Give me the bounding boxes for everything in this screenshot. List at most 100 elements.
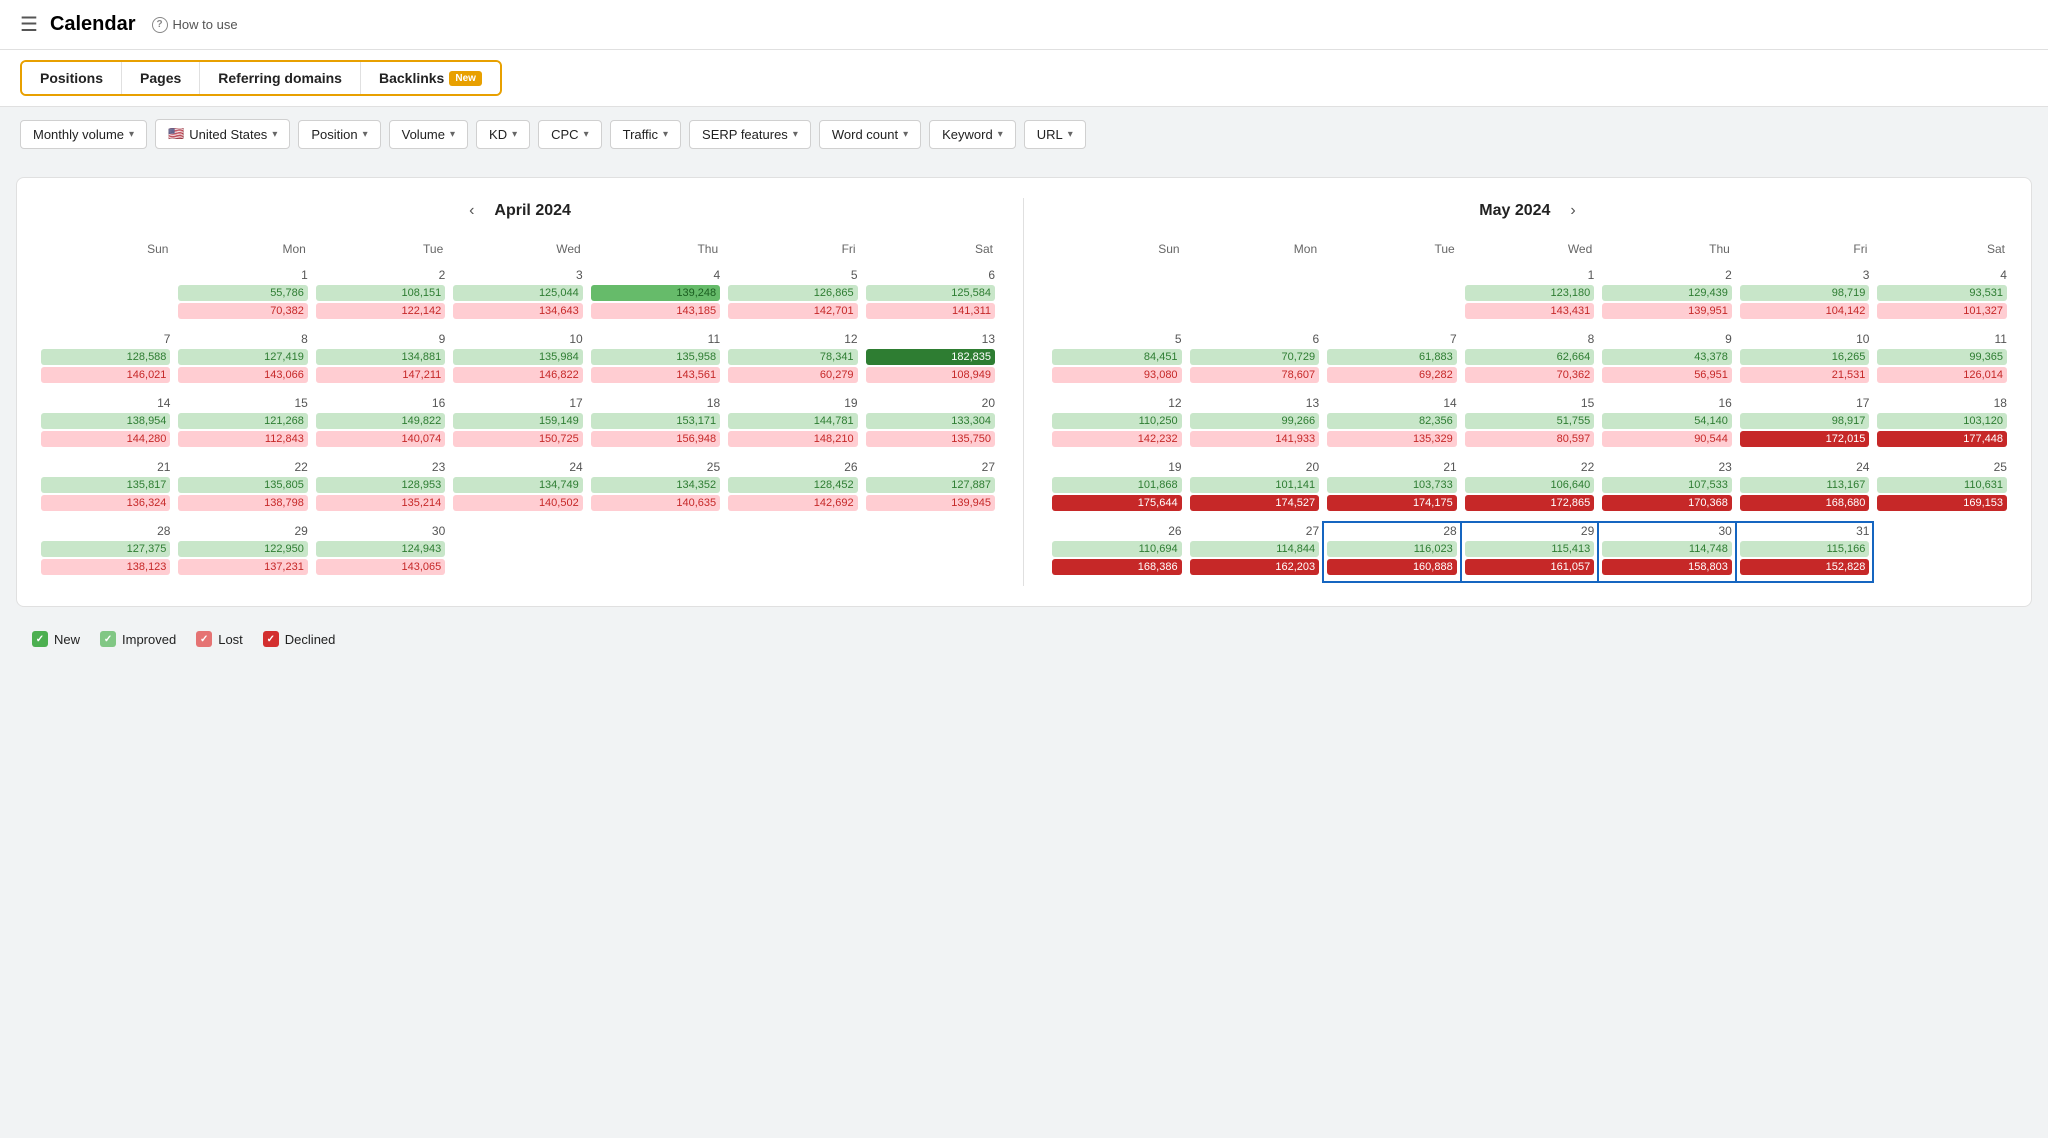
table-row: 493,531101,327 <box>1873 266 2011 326</box>
app-title: Calendar <box>50 13 136 36</box>
day-sat: Sat <box>862 238 999 260</box>
table-row: 670,72978,607 <box>1186 330 1324 390</box>
serp-features-label: SERP features <box>702 127 788 142</box>
legend-lost: ✓ Lost <box>196 631 243 647</box>
chevron-down-icon: ▾ <box>903 129 908 140</box>
calendars-row: ‹ April 2024 Sun Mon Tue Wed Thu Fri Sat… <box>37 198 2011 586</box>
table-row: 22106,640172,865 <box>1461 458 1599 518</box>
traffic-label: Traffic <box>623 127 658 142</box>
cell-empty <box>862 522 999 582</box>
day-sun: Sun <box>37 238 174 260</box>
table-row: 1123,180143,431 <box>1461 266 1599 326</box>
table-row: 155,78670,382 <box>174 266 311 326</box>
april-week-3: 14138,954144,280 15121,268112,843 16149,… <box>37 394 999 454</box>
chevron-down-icon: ▾ <box>793 129 798 140</box>
may-week-3: 12110,250142,232 1399,266141,933 1482,35… <box>1048 394 2011 454</box>
table-row: 1654,14090,544 <box>1598 394 1736 454</box>
april-title: April 2024 <box>494 202 570 220</box>
tab-backlinks[interactable]: Backlinks New <box>361 62 500 94</box>
keyword-label: Keyword <box>942 127 993 142</box>
table-row: 1482,356135,329 <box>1323 394 1461 454</box>
filter-serp-features[interactable]: SERP features ▾ <box>689 120 811 149</box>
may-title: May 2024 <box>1479 202 1550 220</box>
filter-keyword[interactable]: Keyword ▾ <box>929 120 1016 149</box>
filter-traffic[interactable]: Traffic ▾ <box>610 120 681 149</box>
day-sun: Sun <box>1048 238 1186 260</box>
table-row: 1399,266141,933 <box>1186 394 1324 454</box>
filter-kd[interactable]: KD ▾ <box>476 120 530 149</box>
day-sat: Sat <box>1873 238 2011 260</box>
next-month-button[interactable]: › <box>1566 198 1579 224</box>
day-mon: Mon <box>1186 238 1324 260</box>
table-row: 27127,887139,945 <box>862 458 999 518</box>
filter-country[interactable]: 🇺🇸 United States ▾ <box>155 119 290 149</box>
cell-empty <box>37 266 174 326</box>
table-row: 8127,419143,066 <box>174 330 311 390</box>
legend-new-label: New <box>54 632 80 647</box>
table-row: 29115,413161,057 <box>1461 522 1599 582</box>
table-row: 1551,75580,597 <box>1461 394 1599 454</box>
calendar-container: ‹ April 2024 Sun Mon Tue Wed Thu Fri Sat… <box>16 177 2032 607</box>
filter-position[interactable]: Position ▾ <box>298 120 380 149</box>
table-row: 21135,817136,324 <box>37 458 174 518</box>
table-row: 5126,865142,701 <box>724 266 861 326</box>
legend-declined: ✓ Declined <box>263 631 336 647</box>
position-label: Position <box>311 127 357 142</box>
chevron-down-icon: ▾ <box>363 129 368 140</box>
table-row: 11135,958143,561 <box>587 330 724 390</box>
table-row: 18103,120177,448 <box>1873 394 2011 454</box>
chevron-down-icon: ▾ <box>663 129 668 140</box>
table-row: 24134,749140,502 <box>449 458 586 518</box>
prev-month-button[interactable]: ‹ <box>465 198 478 224</box>
filter-volume[interactable]: Volume ▾ <box>389 120 468 149</box>
filter-word-count[interactable]: Word count ▾ <box>819 120 921 149</box>
table-row: 862,66470,362 <box>1461 330 1599 390</box>
url-label: URL <box>1037 127 1063 142</box>
table-row: 23107,533170,368 <box>1598 458 1736 518</box>
table-row: 27114,844162,203 <box>1186 522 1324 582</box>
tab-positions[interactable]: Positions <box>22 62 122 94</box>
tab-pages[interactable]: Pages <box>122 62 200 94</box>
filter-url[interactable]: URL ▾ <box>1024 120 1086 149</box>
table-row: 1798,917172,015 <box>1736 394 1874 454</box>
table-row: 14138,954144,280 <box>37 394 174 454</box>
filter-monthly-volume[interactable]: Monthly volume ▾ <box>20 120 147 149</box>
table-row: 29122,950137,231 <box>174 522 311 582</box>
table-row: 1199,365126,014 <box>1873 330 2011 390</box>
help-button[interactable]: ? How to use <box>152 17 238 33</box>
day-tue: Tue <box>312 238 449 260</box>
new-icon: ✓ <box>32 631 48 647</box>
table-row: 15121,268112,843 <box>174 394 311 454</box>
hamburger-icon[interactable]: ☰ <box>20 12 38 37</box>
may-header: May 2024 › <box>1048 198 2011 224</box>
table-row: 18153,171156,948 <box>587 394 724 454</box>
april-week-1: 155,78670,382 2108,151122,142 3125,04413… <box>37 266 999 326</box>
table-row: 3125,044134,643 <box>449 266 586 326</box>
tab-referring-domains[interactable]: Referring domains <box>200 62 361 94</box>
day-fri: Fri <box>724 238 861 260</box>
table-row: 25134,352140,635 <box>587 458 724 518</box>
cell-empty <box>449 522 586 582</box>
table-row: 9134,881147,211 <box>312 330 449 390</box>
may-week-1: 1123,180143,431 2129,439139,951 398,7191… <box>1048 266 2011 326</box>
table-row: 26128,452142,692 <box>724 458 861 518</box>
table-row: 10135,984146,822 <box>449 330 586 390</box>
chevron-down-icon: ▾ <box>450 129 455 140</box>
table-row: 23128,953135,214 <box>312 458 449 518</box>
table-row: 761,88369,282 <box>1323 330 1461 390</box>
help-circle-icon: ? <box>152 17 168 33</box>
tabs-wrapper: Positions Pages Referring domains Backli… <box>20 60 502 96</box>
tabs-bar: Positions Pages Referring domains Backli… <box>0 50 2048 107</box>
table-row: 22135,805138,798 <box>174 458 311 518</box>
chevron-down-icon: ▾ <box>998 129 1003 140</box>
help-label: How to use <box>173 17 238 32</box>
filter-cpc[interactable]: CPC ▾ <box>538 120 601 149</box>
day-mon: Mon <box>174 238 311 260</box>
table-row: 13182,835108,949 <box>862 330 999 390</box>
table-row: 7128,588146,021 <box>37 330 174 390</box>
day-wed: Wed <box>1461 238 1599 260</box>
day-tue: Tue <box>1323 238 1461 260</box>
table-row: 16149,822140,074 <box>312 394 449 454</box>
table-row: 1016,26521,531 <box>1736 330 1874 390</box>
filters-bar: Monthly volume ▾ 🇺🇸 United States ▾ Posi… <box>0 107 2048 161</box>
